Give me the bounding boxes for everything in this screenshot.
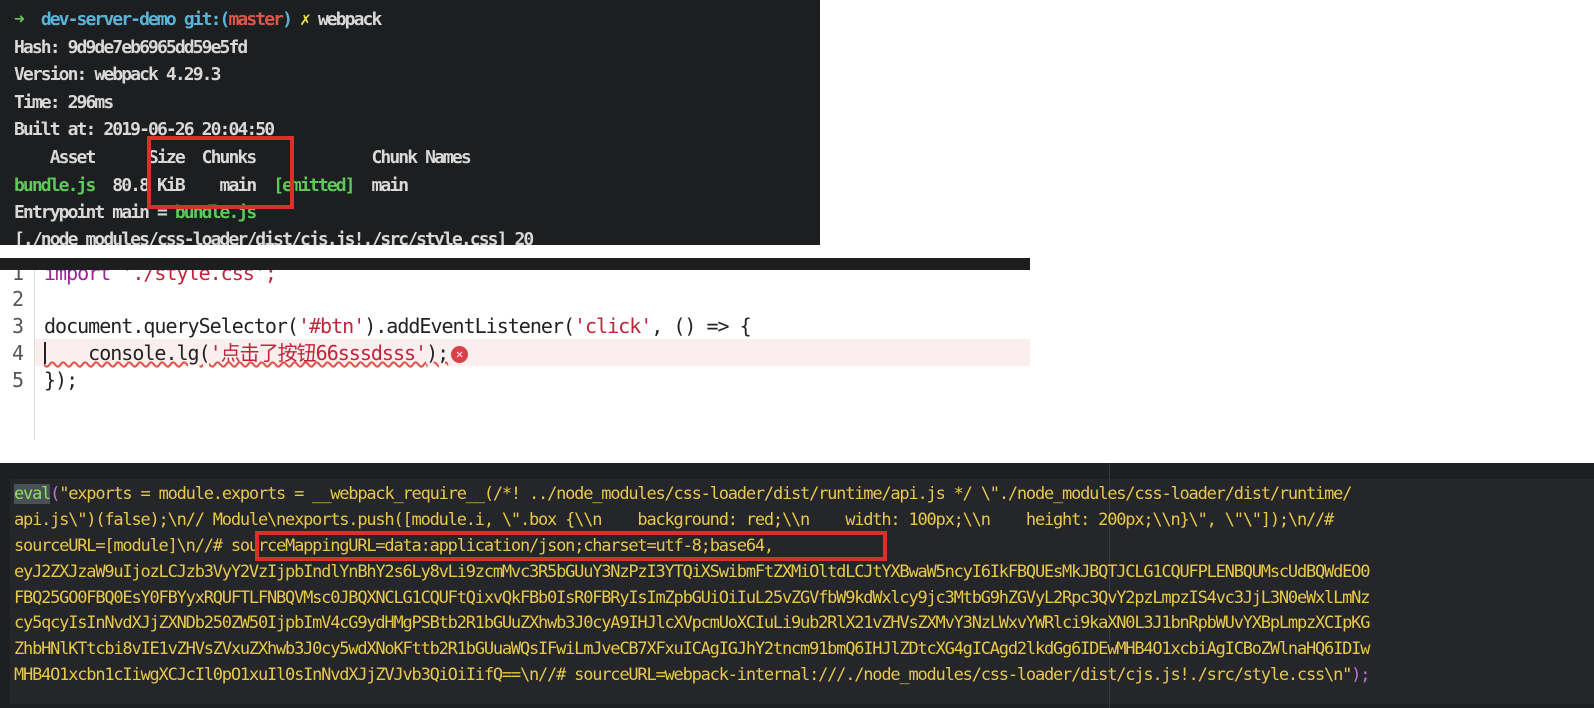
- eval-keyword: eval: [14, 484, 51, 504]
- code-line-error: console.lg('点击了按钮66sssdsss'); ✕: [44, 340, 469, 367]
- bundle-line: eval("exports = module.exports = __webpa…: [14, 484, 1352, 504]
- source-map-highlight-box: [255, 531, 887, 561]
- bundle-line: MHB4O1xcbn1cIiwgXCJcIl0pO1xuIl0sInNvdXJj…: [14, 662, 1370, 688]
- string: './style.css';: [110, 270, 277, 285]
- git-branch: master: [228, 9, 285, 30]
- bundle-text: "exports = module.exports = __webpack_re…: [59, 484, 1352, 504]
- code: , () => {: [651, 314, 751, 338]
- version-line: Version: webpack 4.29.3: [14, 64, 221, 85]
- string: 'click': [573, 314, 652, 338]
- code: console.lg(: [44, 341, 210, 365]
- line-number: 3: [12, 314, 25, 338]
- code: ).addEventListener(: [364, 314, 575, 338]
- terminal-panel: ➜ dev-server-demo git:(master) ✗ webpack…: [0, 0, 820, 245]
- current-dir: dev-server-demo: [40, 9, 177, 30]
- line-number: 5: [12, 368, 25, 392]
- code: );: [426, 341, 449, 365]
- size-highlight-box: [147, 136, 294, 209]
- line-number: 1: [12, 270, 25, 285]
- asset-chunk-name: main: [353, 175, 409, 196]
- code: document.querySelector(: [44, 314, 299, 338]
- code-line: });: [44, 368, 78, 392]
- string: '点击了按钮66sssdsss': [209, 341, 427, 365]
- git-label: git:(: [183, 9, 231, 30]
- bundle-text: MHB4O1xcbn1cIiwgXCJcIl0pO1xuIl0sInNvdXJj…: [14, 665, 1352, 685]
- bundle-output-panel: eval("exports = module.exports = __webpa…: [0, 463, 1594, 708]
- asset-name: bundle.js: [14, 175, 96, 196]
- text-cursor: [44, 342, 46, 364]
- command: webpack: [317, 9, 382, 30]
- bundle-close: );: [1351, 665, 1370, 685]
- code-editor[interactable]: 1 2 3 4 5 import './style.css'; document…: [0, 270, 1030, 440]
- bundle-line: cy5qcyIsInNvdXJjZXNDb250ZW50IjpbImV4cG9y…: [14, 613, 1370, 633]
- dirty-mark-icon: ✗: [300, 9, 311, 30]
- string: '#btn': [297, 314, 365, 338]
- prompt-arrow-icon: ➜: [14, 9, 25, 30]
- code-line: import './style.css';: [44, 270, 277, 287]
- module-line: [./node_modules/css-loader/dist/cjs.js!.…: [14, 229, 534, 245]
- hash-line: Hash: 9d9de7eb6965dd59e5fd: [14, 37, 248, 58]
- keyword: import: [44, 270, 111, 285]
- bundle-line: api.js\")(false);\n// Module\nexports.pu…: [14, 510, 1334, 530]
- error-icon[interactable]: ✕: [451, 346, 469, 363]
- bundle-line: FBQ25GO0FBQ0EsY0FBYyxRQUFTLFNBQVMsc0JBQX…: [14, 588, 1370, 608]
- prompt-line: ➜ dev-server-demo git:(master) ✗ webpack: [14, 6, 382, 34]
- code-line: document.querySelector('#btn').addEventL…: [44, 313, 752, 340]
- time-line: Time: 296ms: [14, 92, 114, 113]
- line-number: 2: [12, 287, 25, 311]
- bundle-line: ZhbHNlKTtcbi8vIE1vZHVsZVxuZXhwb3J0cy5wdX…: [14, 639, 1370, 659]
- line-number: 4: [12, 341, 25, 365]
- bundle-line: eyJ2ZXJzaW9uIjozLCJzb3VyY2VzIjpbIndlYnBh…: [14, 562, 1370, 582]
- bundle-text: sourceURL=[module]\n//#: [14, 536, 231, 556]
- git-close: ): [282, 9, 293, 30]
